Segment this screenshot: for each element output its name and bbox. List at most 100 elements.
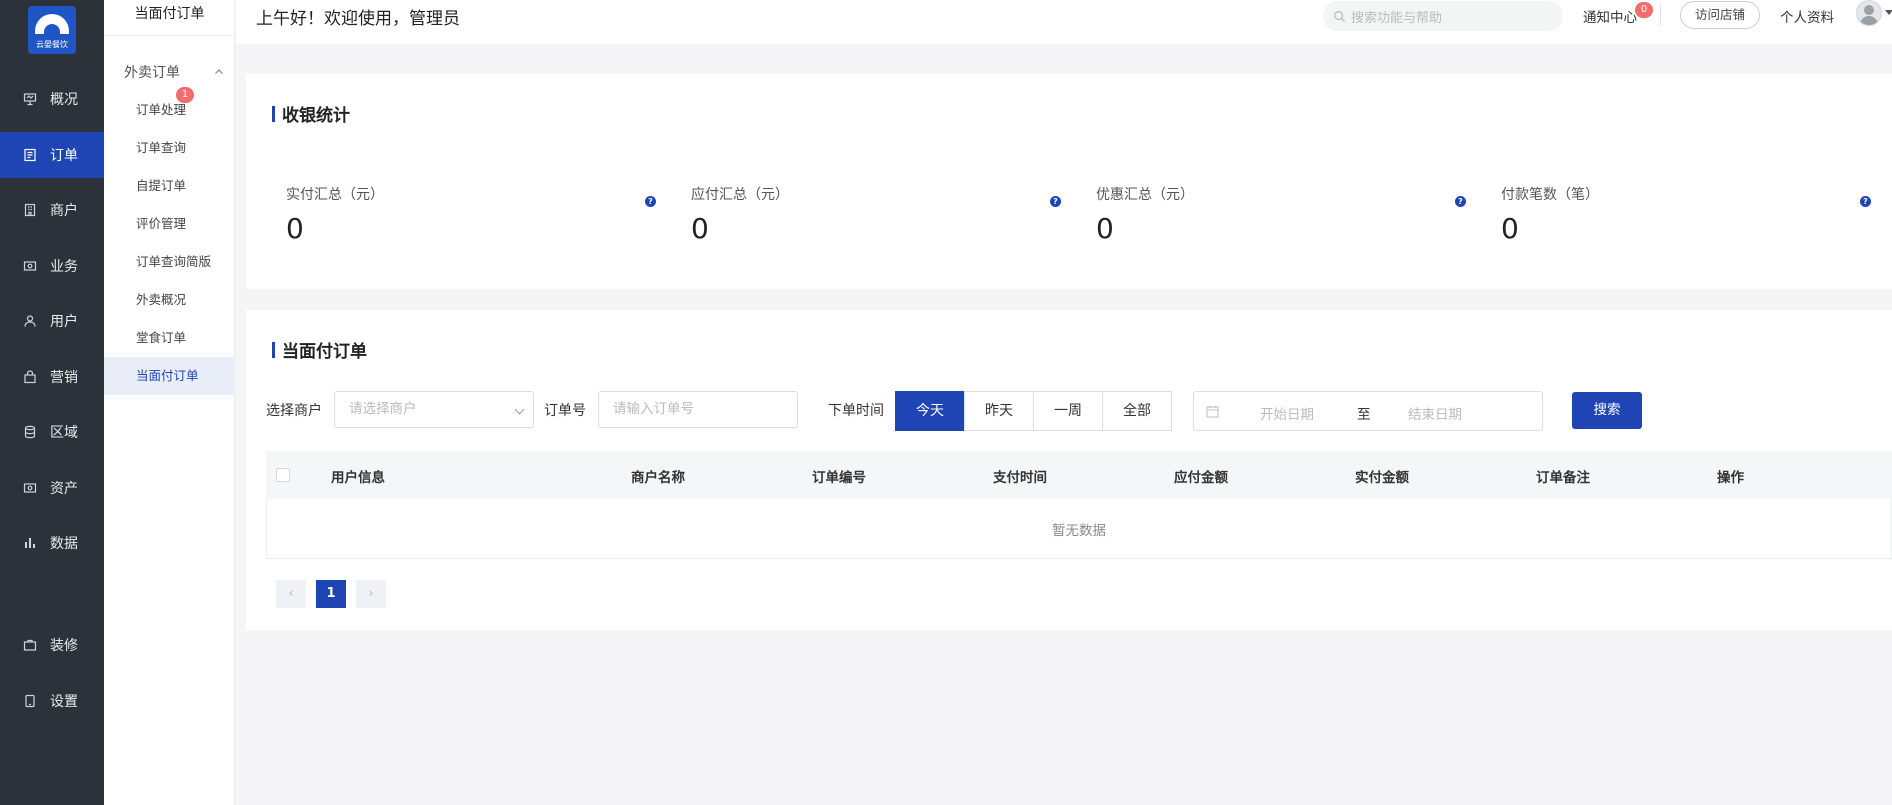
stat-label: 优惠汇总（元） (1096, 187, 1194, 203)
col-paid: 实付金额 (1355, 470, 1409, 486)
notify-count-badge: 0 (1635, 2, 1653, 18)
time-label: 下单时间 (828, 403, 884, 419)
col-remark: 订单备注 (1536, 470, 1590, 486)
chevron-down-icon[interactable] (1885, 10, 1892, 15)
chevron-up-icon (215, 69, 223, 74)
time-option-week[interactable]: 一周 (1033, 391, 1103, 431)
nav-item-orders[interactable]: 订单 (0, 132, 104, 178)
help-icon[interactable]: ? (1860, 196, 1871, 207)
avatar[interactable] (1856, 0, 1882, 26)
nav-label: 营销 (50, 370, 78, 386)
nav-label: 用户 (50, 314, 78, 330)
table-body: 暂无数据 (266, 499, 1892, 559)
bar-chart-icon (22, 535, 38, 551)
presentation-icon (22, 91, 38, 107)
nav-item-settings[interactable]: 设置 (0, 678, 104, 724)
col-merchant-name: 商户名称 (631, 470, 685, 486)
select-all-checkbox[interactable] (276, 468, 290, 482)
sub-item-order-processing[interactable]: 订单处理 (104, 91, 235, 129)
chevron-down-icon (514, 404, 525, 415)
logo-mark (35, 14, 69, 34)
stat-value: 0 (1096, 212, 1114, 245)
nav-label: 区域 (50, 425, 78, 441)
notify-center-link[interactable]: 通知中心 (1583, 6, 1637, 26)
stats-card: 收银统计 实付汇总（元） 0 ? 应付汇总（元） 0 ? 优惠汇总（元） 0 ?… (246, 74, 1892, 289)
table-header: 用户信息 商户名称 订单编号 支付时间 应付金额 实付金额 订单备注 操作 (266, 451, 1892, 499)
start-date-placeholder: 开始日期 (1260, 407, 1314, 423)
help-icon[interactable]: ? (1455, 196, 1466, 207)
nav-label: 业务 (50, 259, 78, 275)
nav-item-users[interactable]: 用户 (0, 298, 104, 344)
empty-text: 暂无数据 (1052, 523, 1106, 539)
search-input[interactable]: 搜索功能与帮助 (1323, 1, 1563, 31)
merchant-placeholder: 请选择商户 (349, 401, 417, 417)
time-option-today[interactable]: 今天 (895, 391, 965, 431)
app-root: 云晏餐饮 概况 订单 商户 业务 用户 营销 区域 资产 数据 装修 设置 当面… (0, 0, 1892, 805)
building-icon (22, 202, 38, 218)
sub-item-reviews[interactable]: 评价管理 (104, 205, 235, 243)
orders-card: 当面付订单 选择商户 请选择商户 订单号 请输入订单号 下单时间 今天 昨天 一… (246, 310, 1892, 630)
col-payable: 应付金额 (1174, 470, 1228, 486)
profile-link[interactable]: 个人资料 (1780, 6, 1834, 26)
sub-item-order-query-lite[interactable]: 订单查询简版 (104, 243, 235, 281)
stat-value: 0 (691, 212, 709, 245)
end-date-placeholder: 结束日期 (1408, 407, 1462, 423)
nav-item-assets[interactable]: 资产 (0, 465, 104, 511)
search-button[interactable]: 搜索 (1572, 392, 1642, 429)
merchant-select[interactable]: 请选择商户 (334, 391, 534, 428)
col-actions: 操作 (1717, 470, 1744, 486)
stat-label: 实付汇总（元） (286, 187, 384, 203)
nav-label: 概况 (50, 92, 78, 108)
range-separator: 至 (1357, 407, 1371, 423)
nav-item-marketing[interactable]: 营销 (0, 354, 104, 400)
col-order-no: 订单编号 (812, 470, 866, 486)
nav-label: 设置 (50, 694, 78, 710)
next-page-button[interactable]: › (356, 580, 386, 608)
sub-item-order-query[interactable]: 订单查询 (104, 129, 235, 167)
stat-label: 付款笔数（笔） (1501, 187, 1599, 203)
prev-page-button[interactable]: ‹ (276, 580, 306, 608)
search-icon (1334, 10, 1346, 22)
sub-item-dine-in-orders[interactable]: 堂食订单 (104, 319, 235, 357)
nav-item-overview[interactable]: 概况 (0, 76, 104, 122)
order-no-placeholder: 请输入订单号 (613, 401, 694, 417)
help-icon[interactable]: ? (645, 196, 656, 207)
nav-label: 装修 (50, 638, 78, 654)
sub-menu: 当面付订单 外卖订单 1 订单处理 订单查询 自提订单 评价管理 订单查询简版 … (104, 0, 235, 805)
sub-item-takeout-overview[interactable]: 外卖概况 (104, 281, 235, 319)
order-no-input[interactable]: 请输入订单号 (598, 391, 798, 428)
header-divider (1660, 4, 1661, 26)
nav-label: 订单 (50, 148, 78, 164)
group-label: 外卖订单 (124, 65, 180, 81)
logo[interactable]: 云晏餐饮 (28, 6, 76, 54)
time-segmented: 今天 昨天 一周 全部 (895, 391, 1172, 431)
time-option-yesterday[interactable]: 昨天 (964, 391, 1034, 431)
sub-item-pickup-orders[interactable]: 自提订单 (104, 167, 235, 205)
stat-discount-total: 优惠汇总（元） 0 ? (1096, 184, 1466, 254)
nav-item-data[interactable]: 数据 (0, 520, 104, 566)
time-option-all[interactable]: 全部 (1102, 391, 1172, 431)
nav-item-merchants[interactable]: 商户 (0, 187, 104, 233)
date-range-picker[interactable]: 开始日期 至 结束日期 (1193, 391, 1543, 431)
sub-item-face-pay-orders[interactable]: 当面付订单 (104, 357, 235, 395)
sub-menu-group[interactable]: 外卖订单 (124, 63, 224, 81)
stat-paid-total: 实付汇总（元） 0 ? (286, 184, 656, 254)
top-header: 上午好！欢迎使用，管理员 搜索功能与帮助 通知中心 0 访问店铺 个人资料 (236, 0, 1892, 44)
visit-store-button[interactable]: 访问店铺 (1680, 1, 1760, 29)
nav-item-regions[interactable]: 区域 (0, 409, 104, 455)
nav-item-business[interactable]: 业务 (0, 243, 104, 289)
briefcase-icon (22, 637, 38, 653)
nav-label: 商户 (50, 203, 78, 219)
stat-payable-total: 应付汇总（元） 0 ? (691, 184, 1061, 254)
page-1-button[interactable]: 1 (316, 580, 346, 608)
nav-item-decorate[interactable]: 装修 (0, 622, 104, 668)
calendar-icon (1206, 406, 1219, 418)
nav-label: 资产 (50, 481, 78, 497)
help-icon[interactable]: ? (1050, 196, 1061, 207)
sub-menu-title: 当面付订单 (104, 0, 235, 36)
user-icon (22, 313, 38, 329)
col-user-info: 用户信息 (331, 470, 385, 486)
stats-title: 收银统计 (272, 101, 350, 126)
stat-value: 0 (286, 212, 304, 245)
search-placeholder: 搜索功能与帮助 (1351, 10, 1443, 26)
